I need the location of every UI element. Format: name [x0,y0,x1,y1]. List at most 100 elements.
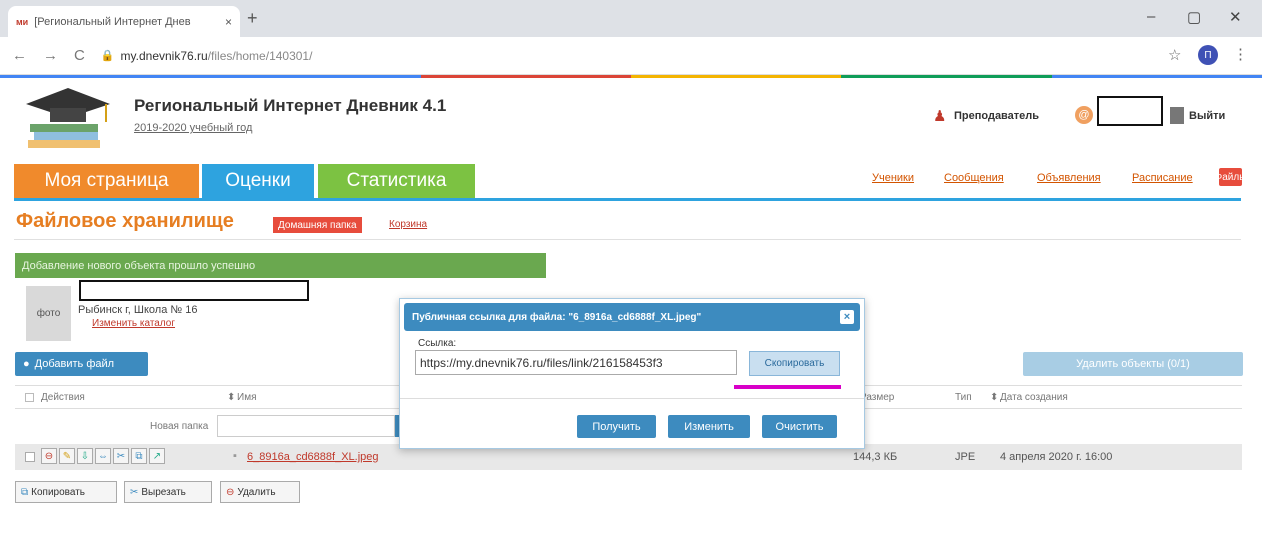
maximize-icon[interactable]: ▢ [1187,8,1201,26]
bookmark-star-icon[interactable]: ☆ [1168,46,1181,64]
tab-my-page[interactable]: Моя страница [14,164,199,198]
add-file-button[interactable]: ● Добавить файл [15,352,148,376]
delete-label: Удалить [237,486,276,498]
mail-icon: @ [1075,106,1093,124]
nav-files-button[interactable]: Файлы [1215,168,1246,186]
page-title: Файловое хранилище [16,210,234,232]
link-icon[interactable]: ↗ [149,448,165,464]
col-type[interactable]: Тип [955,392,972,403]
tab-grades[interactable]: Оценки [202,164,314,198]
copy-label: Копировать [31,486,85,498]
highlight-underline [734,385,841,389]
cut-icon[interactable]: ✂ [113,448,129,464]
download-icon[interactable]: ⇩ [77,448,93,464]
back-icon[interactable]: ← [12,47,27,64]
cut-button[interactable]: ✂ Вырезать [124,481,212,503]
site-title: Региональный Интернет Дневник 4.1 [134,96,447,115]
file-type: JPE [955,451,976,463]
col-name[interactable]: Имя [237,392,256,403]
lock-icon: 🔒 [100,50,115,62]
copy-icon[interactable]: ⧉ [131,448,147,464]
add-file-label: Добавить файл [34,358,115,370]
nav-link-messages[interactable]: Сообщения [944,172,1004,184]
row-checkbox[interactable] [25,452,35,462]
divider [14,239,1241,240]
col-size[interactable]: Размер [860,392,894,403]
trash-link[interactable]: Корзина [389,219,427,230]
browser-tab[interactable]: ми [Региональный Интернет Днев × [8,6,240,37]
exit-door-icon [1170,107,1184,124]
success-message: Добавление нового объекта прошло успешно [15,253,546,278]
profile-avatar[interactable]: П [1198,45,1218,65]
reload-icon[interactable]: C [74,47,85,64]
window-close-icon[interactable]: ✕ [1229,8,1242,26]
forward-icon[interactable]: → [43,47,58,64]
col-date[interactable]: Дата создания [1000,392,1068,403]
file-size: 144,3 КБ [853,451,898,463]
public-link-dialog: Публичная ссылка для файла: "6_8916a_cd6… [399,298,865,449]
cut-label: Вырезать [141,486,186,498]
site-favicon-icon: ми [16,16,29,27]
dialog-header: Публичная ссылка для файла: "6_8916a_cd6… [404,303,860,331]
graduation-cap-logo-icon [26,88,110,148]
col-actions: Действия [41,392,85,403]
move-icon[interactable]: ⇔ [95,448,111,464]
school-year-link[interactable]: 2019-2020 учебный год [134,122,252,134]
address-bar[interactable]: my.dnevnik76.ru/files/home/140301/ [121,49,313,63]
color-stripe-segment [420,75,631,78]
delete-icon: ⊖ [226,486,235,498]
nav-link-schedule[interactable]: Расписание [1132,172,1193,184]
home-folder-button[interactable]: Домашняя папка [273,217,362,233]
file-name-link[interactable]: 6_8916a_cd6888f_XL.jpeg [247,451,379,463]
color-stripe [0,75,1262,78]
dialog-divider [400,398,864,399]
sort-icon[interactable]: ⬍ [227,392,235,403]
teacher-icon: ♟ [933,108,947,125]
tab-title: [Региональный Интернет Днев [34,15,191,28]
logout-link[interactable]: Выйти [1189,110,1225,122]
browser-toolbar: ← → C 🔒 my.dnevnik76.ru/files/home/14030… [0,37,1262,75]
teacher-link[interactable]: Преподаватель [954,110,1039,122]
delete-icon[interactable]: ⊖ [41,448,57,464]
photo-placeholder: фото [26,286,71,341]
public-link-field[interactable]: https://my.dnevnik76.ru/files/link/21615… [415,350,737,375]
color-stripe-segment [841,75,1052,78]
url-path: /files/home/140301/ [207,48,313,63]
color-stripe-segment [0,75,211,78]
new-folder-label: Новая папка [150,421,209,432]
copy-link-button[interactable]: Скопировать [749,351,840,376]
color-stripe-segment [1051,75,1262,78]
link-label: Ссылка: [418,338,457,349]
select-all-checkbox[interactable] [25,393,34,402]
color-stripe-segment [630,75,842,78]
url-host: my.dnevnik76.ru [120,48,208,63]
file-date: 4 апреля 2020 г. 16:00 [1000,451,1113,463]
edit-icon[interactable]: ✎ [59,448,75,464]
file-icon: ▪ [233,450,237,462]
nav-link-students[interactable]: Ученики [872,172,914,184]
delete-button[interactable]: ⊖ Удалить [220,481,300,503]
nav-link-announcements[interactable]: Объявления [1037,172,1101,184]
cut-icon: ✂ [130,486,139,498]
delete-objects-button[interactable]: Удалить объекты (0/1) [1023,352,1243,376]
new-tab-icon[interactable]: + [247,8,258,29]
change-link-button[interactable]: Изменить [668,415,750,438]
school-info: Рыбинск г, Школа № 16 [78,304,198,316]
browser-menu-icon[interactable]: ⋮ [1233,45,1248,63]
clear-link-button[interactable]: Очистить [762,415,837,438]
dialog-close-icon[interactable]: × [840,310,854,324]
minimize-icon[interactable]: – [1147,8,1155,25]
change-directory-link[interactable]: Изменить каталог [92,318,175,329]
sort-icon[interactable]: ⬍ [990,392,998,403]
redacted-name [79,280,309,301]
new-folder-input[interactable] [217,415,395,437]
tab-close-icon[interactable]: × [225,15,232,29]
redacted-username [1097,96,1163,126]
nav-underline [14,198,1241,201]
dialog-title: Публичная ссылка для файла: "6_8916a_cd6… [412,311,702,323]
tab-statistics[interactable]: Статистика [318,164,475,198]
copy-icon: ⧉ [21,486,29,498]
copy-button[interactable]: ⧉ Копировать [15,481,117,503]
get-link-button[interactable]: Получить [577,415,656,438]
color-stripe-segment [210,75,421,78]
